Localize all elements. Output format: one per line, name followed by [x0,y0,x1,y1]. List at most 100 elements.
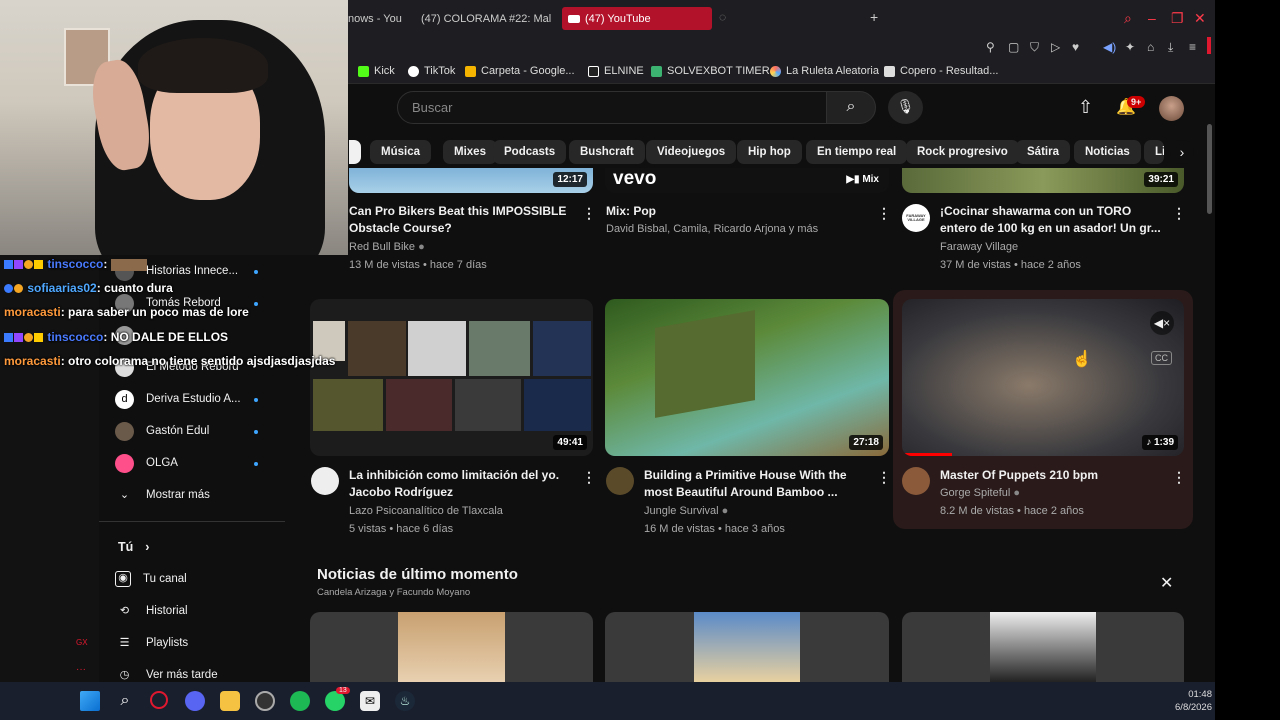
channel-name[interactable]: Gorge Spiteful ● [940,484,1020,502]
more-options-icon[interactable]: ⋮ [582,469,596,486]
channel-name[interactable]: David Bisbal, Camila, Ricardo Arjona y m… [606,220,818,238]
show-more-button[interactable]: ⌄ Mostrar más [115,483,210,507]
chip-sátira[interactable]: Sátira [1016,140,1070,164]
sidebar-sub-5[interactable]: d Deriva Estudio A... [115,387,241,411]
whatsapp-icon[interactable] [325,691,345,711]
chip-mixes[interactable]: Mixes [443,140,497,164]
steam-icon[interactable]: ♨ [395,691,415,711]
bookmark-solvexbot[interactable]: SOLVEXBOT TIMER [651,65,770,77]
avatar[interactable] [1159,96,1184,121]
news-thumbnail[interactable] [605,612,889,682]
more-icon[interactable]: ··· [76,664,86,675]
video-title[interactable]: Building a Primitive House With the most … [644,467,847,501]
sidebar-sub-6[interactable]: Gastón Edul [115,419,209,443]
upload-icon[interactable]: ⇧ [1078,97,1093,118]
spotify-icon[interactable] [290,691,310,711]
pin-icon[interactable]: ⚲ [986,40,995,54]
opera-gx-icon[interactable] [150,691,168,709]
news-thumbnail[interactable] [310,612,593,682]
minimize-button[interactable]: – [1148,10,1156,26]
channel-name[interactable]: Jungle Survival ● [644,502,728,520]
channel-name[interactable]: Faraway Village [940,238,1018,256]
heart-icon[interactable]: ♥ [1072,40,1079,54]
screenshot-icon[interactable]: ▢ [1008,40,1019,54]
scrollbar[interactable] [1204,88,1215,682]
video-thumbnail[interactable]: 39:21 [902,168,1184,193]
shield-icon[interactable]: ⛉ [1030,40,1039,55]
scrollbar-thumb[interactable] [1207,124,1212,214]
close-icon[interactable]: ✕ [1160,573,1173,593]
app-icon-2[interactable]: ✉ [360,691,380,711]
file-explorer-icon[interactable] [220,691,240,711]
download-icon[interactable]: ⤓ [1168,40,1173,55]
close-button[interactable]: ✕ [1194,10,1206,27]
video-title[interactable]: Mix: Pop [606,203,656,220]
bookmark-elnine[interactable]: ELNINE [588,65,644,77]
more-options-icon[interactable]: ⋮ [1172,469,1186,486]
chip-bushcraft[interactable]: Bushcraft [569,140,645,164]
channel-avatar[interactable] [311,467,339,495]
video-preview[interactable]: ◀× CC ♪ 1:39 [902,299,1184,456]
more-options-icon[interactable]: ⋮ [877,469,891,486]
chip-en-tiempo-real[interactable]: En tiempo real [806,140,908,164]
more-options-icon[interactable]: ⋮ [877,205,891,222]
gx-icon[interactable]: GX [76,638,88,647]
chip-noticias[interactable]: Noticias [1074,140,1141,164]
search-icon[interactable]: ⌕ [115,691,135,711]
voice-search-button[interactable]: 🎙 [888,91,923,124]
video-title[interactable]: Master Of Puppets 210 bpm [940,467,1098,484]
video-thumbnail[interactable]: 27:18 [605,299,889,456]
bookmark-tiktok[interactable]: TikTok [408,65,455,77]
chip-música[interactable]: Música [370,140,431,164]
chip-hip-hop[interactable]: Hip hop [737,140,802,164]
more-options-icon[interactable]: ⋮ [1172,205,1186,222]
maximize-button[interactable]: ❐ [1171,10,1184,27]
extensions-icon[interactable]: ✦ [1125,40,1135,54]
video-title[interactable]: Can Pro Bikers Beat this IMPOSSIBLE Obsta… [349,203,566,237]
search-input[interactable]: Buscar [397,91,827,124]
video-thumbnail[interactable]: 12:17 [349,168,593,193]
bookmark-ruleta[interactable]: La Ruleta Aleatoria [770,65,879,77]
channel-name[interactable]: Red Bull Bike ● [349,238,425,256]
video-thumbnail[interactable]: vevo ▶▮ Mix [605,168,889,193]
captions-icon[interactable]: CC [1151,351,1172,365]
app-icon[interactable] [255,691,275,711]
channel-name[interactable]: Lazo Psicoanalítico de Tlaxcala [349,502,503,520]
mute-icon[interactable]: ◀× [1150,311,1174,335]
video-title[interactable]: La inhibición como limitación del yo. Jac… [349,467,559,501]
chip-rock-progresivo[interactable]: Rock progresivo [906,140,1019,164]
chip-lio[interactable]: Lio [1144,140,1164,164]
tab-2[interactable]: (47) COLORAMA #22: Mal [410,7,555,30]
channel-avatar[interactable] [606,467,634,495]
search-icon[interactable]: ⌕ [1124,10,1132,27]
search-button[interactable]: ⌕ [826,91,876,124]
channel-avatar[interactable]: FARAWAY VILLAGE [902,204,930,232]
bookmark-copero[interactable]: Copero - Resultad... [884,65,998,77]
sidebar-toggle[interactable] [1207,37,1211,54]
chip-podcasts[interactable]: Podcasts [493,140,567,164]
windows-start-icon[interactable] [80,691,100,711]
chip-videojuegos[interactable]: Videojuegos [646,140,737,164]
menu-icon[interactable]: ≡ [1189,40,1196,54]
chip-all[interactable] [349,140,361,164]
you-section[interactable]: Tú › [118,535,149,559]
sidebar-sub-7[interactable]: OLGA [115,451,178,475]
chevron-right-icon[interactable]: › [1170,140,1194,164]
play-icon[interactable]: ▷ [1051,40,1060,54]
sidebar-playlists[interactable]: ☰ Playlists [115,631,189,655]
video-title[interactable]: ¡Cocinar shawarma con un TORO entero de 1… [940,203,1161,237]
tab-youtube[interactable]: (47) YouTube [562,7,712,30]
lock-icon[interactable]: ⌂ [1147,40,1154,54]
news-thumbnail[interactable] [902,612,1184,682]
channel-avatar[interactable] [902,467,930,495]
new-tab-button[interactable]: + [870,9,878,25]
discord-icon[interactable] [185,691,205,711]
video-thumbnail[interactable]: 49:41 [310,299,593,456]
more-options-icon[interactable]: ⋮ [582,205,596,222]
sidebar-history[interactable]: ⟲ Historial [115,599,188,623]
bookmark-kick[interactable]: Kick [358,65,395,77]
sidebar-your-channel[interactable]: ◉ Tu canal [115,567,187,591]
system-clock[interactable]: 01:48 6/8/2026 [1140,688,1212,714]
tab-1[interactable]: nows - You [342,7,408,30]
sound-icon[interactable]: ◀) [1103,40,1116,54]
